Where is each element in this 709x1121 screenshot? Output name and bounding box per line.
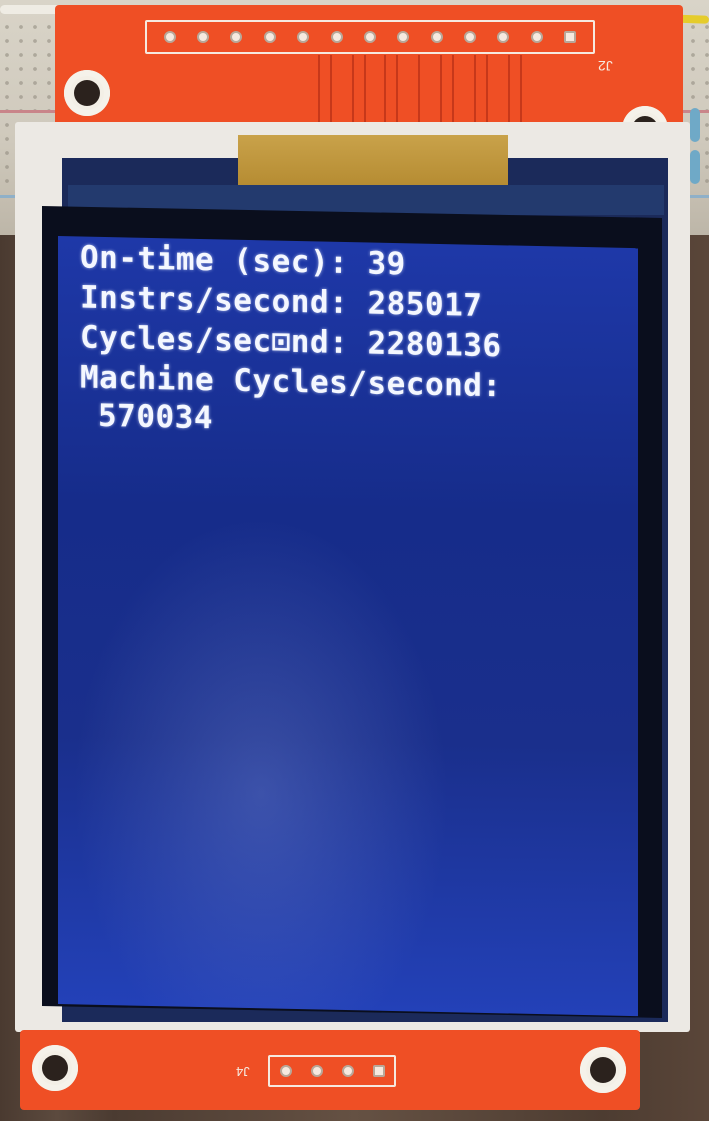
header-pin bbox=[297, 31, 310, 43]
header-pin bbox=[341, 1065, 354, 1077]
header-pin bbox=[397, 31, 410, 43]
header-pin bbox=[163, 31, 176, 43]
resistor bbox=[690, 150, 700, 184]
header-pin bbox=[430, 31, 443, 43]
lcd-screen: On-time (sec): 39 Instrs/second: 285017 … bbox=[58, 236, 638, 1017]
machine-cycles-value-line: 570034 bbox=[98, 397, 213, 437]
header-pin bbox=[330, 31, 343, 43]
instrs-per-second-line: Instrs/second: 285017 bbox=[80, 279, 483, 324]
cycles-per-second-line: Cycles/sec⊡nd: 2280136 bbox=[80, 319, 502, 365]
flex-cable bbox=[238, 135, 508, 190]
mounting-hole bbox=[32, 1045, 78, 1091]
silkscreen-label-j4: J4 bbox=[236, 1064, 250, 1079]
silkscreen-label-j2: J2 bbox=[598, 58, 613, 74]
header-pin-square bbox=[372, 1065, 385, 1077]
header-pin bbox=[464, 31, 477, 43]
on-time-line: On-time (sec): 39 bbox=[80, 239, 406, 283]
header-pin bbox=[263, 31, 276, 43]
mounting-hole bbox=[64, 70, 110, 116]
pin-header-j4 bbox=[268, 1055, 396, 1087]
machine-cycles-label-line: Machine Cycles/second: bbox=[80, 359, 502, 405]
header-pin bbox=[230, 31, 243, 43]
resistor bbox=[690, 108, 700, 142]
mounting-hole bbox=[580, 1047, 626, 1093]
header-pin bbox=[197, 31, 210, 43]
header-pin bbox=[497, 31, 510, 43]
header-pin bbox=[310, 1065, 323, 1077]
pin-header-j2 bbox=[145, 20, 595, 54]
header-pin bbox=[279, 1065, 292, 1077]
header-pin-square bbox=[564, 31, 577, 43]
header-pin bbox=[363, 31, 376, 43]
header-pin bbox=[530, 31, 543, 43]
